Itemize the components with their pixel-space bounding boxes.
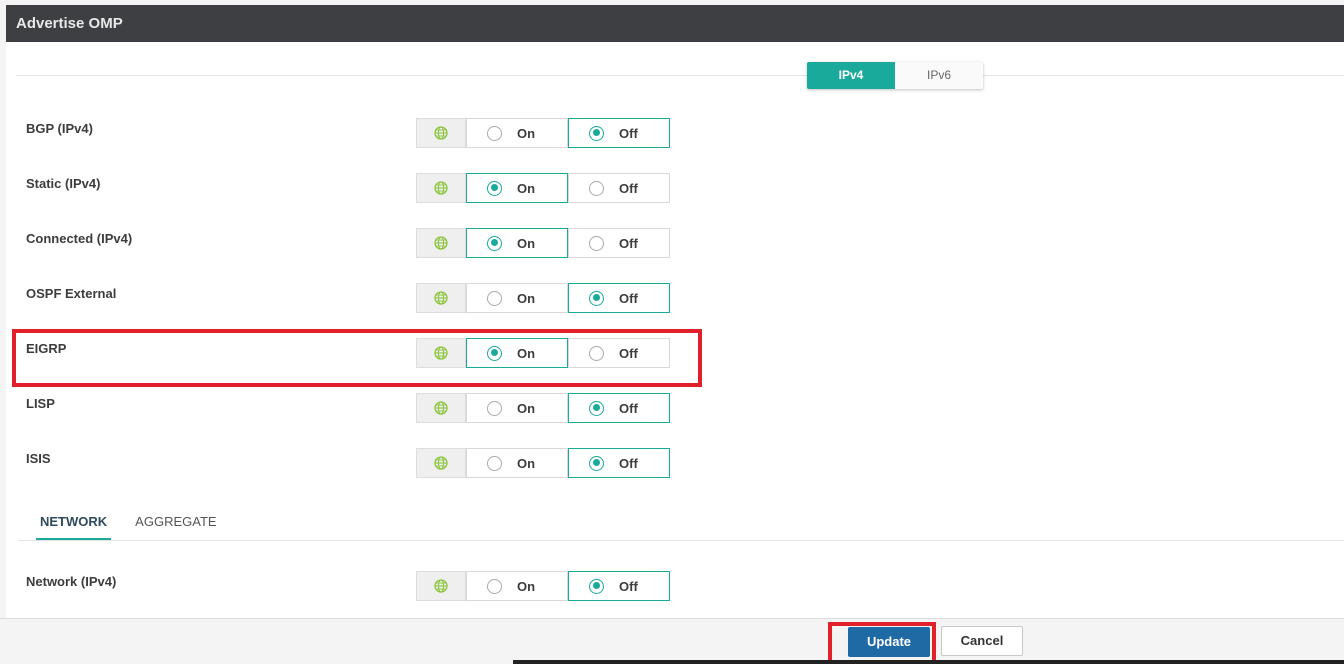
static-ipv4-on-option[interactable]: On bbox=[466, 173, 568, 203]
globe-icon[interactable] bbox=[416, 118, 466, 148]
divider bbox=[16, 75, 1344, 76]
radio-icon[interactable] bbox=[487, 345, 502, 361]
protocol-label: OSPF External bbox=[26, 286, 117, 301]
on-label: On bbox=[517, 578, 536, 594]
radio-icon[interactable] bbox=[487, 400, 502, 416]
tab-network[interactable]: NETWORK bbox=[36, 512, 112, 540]
globe-icon[interactable] bbox=[416, 173, 466, 203]
ospf-external-on-option[interactable]: On bbox=[466, 283, 568, 313]
static-ipv4-off-option[interactable]: Off bbox=[568, 173, 670, 203]
bgp-ipv4-off-option[interactable]: Off bbox=[568, 118, 670, 148]
on-label: On bbox=[517, 235, 536, 251]
protocol-row-eigrp: EIGRP On Off bbox=[6, 338, 706, 368]
globe-icon[interactable] bbox=[416, 338, 466, 368]
radio-icon[interactable] bbox=[487, 180, 502, 196]
protocol-row-static-ipv4: Static (IPv4) On Off bbox=[6, 173, 706, 203]
radio-icon[interactable] bbox=[487, 125, 502, 141]
eigrp-off-option[interactable]: Off bbox=[568, 338, 670, 368]
network-aggregate-tabs: NETWORK AGGREGATE bbox=[36, 512, 241, 540]
isis-on-option[interactable]: On bbox=[466, 448, 568, 478]
protocol-label: ISIS bbox=[26, 451, 51, 466]
ipv6-toggle-button[interactable]: IPv6 bbox=[895, 62, 983, 89]
tab-aggregate[interactable]: AGGREGATE bbox=[131, 512, 220, 540]
section-title: Advertise OMP bbox=[16, 15, 123, 32]
radio-icon[interactable] bbox=[589, 345, 604, 361]
off-label: Off bbox=[619, 290, 638, 306]
radio-icon[interactable] bbox=[589, 125, 604, 141]
network-off-option[interactable]: Off bbox=[568, 571, 670, 601]
radio-icon[interactable] bbox=[589, 400, 604, 416]
protocol-row-isis: ISIS On Off bbox=[6, 448, 706, 478]
on-label: On bbox=[517, 400, 536, 416]
on-label: On bbox=[517, 290, 536, 306]
eigrp-on-option[interactable]: On bbox=[466, 338, 568, 368]
lisp-on-option[interactable]: On bbox=[466, 393, 568, 423]
cancel-button[interactable]: Cancel bbox=[941, 626, 1023, 656]
on-label: On bbox=[517, 125, 536, 141]
on-label: On bbox=[517, 345, 536, 361]
network-label: Network (IPv4) bbox=[26, 574, 117, 589]
radio-icon[interactable] bbox=[589, 290, 604, 306]
globe-icon[interactable] bbox=[416, 393, 466, 423]
off-label: Off bbox=[619, 125, 638, 141]
globe-icon[interactable] bbox=[416, 571, 466, 601]
connected-ipv4-off-option[interactable]: Off bbox=[568, 228, 670, 258]
update-button[interactable]: Update bbox=[848, 627, 930, 657]
globe-icon[interactable] bbox=[416, 228, 466, 258]
on-label: On bbox=[517, 180, 536, 196]
off-label: Off bbox=[619, 180, 638, 196]
lisp-off-option[interactable]: Off bbox=[568, 393, 670, 423]
radio-icon[interactable] bbox=[487, 235, 502, 251]
tab-divider bbox=[18, 540, 1344, 541]
on-label: On bbox=[517, 455, 536, 471]
radio-icon[interactable] bbox=[487, 578, 502, 594]
content-panel: IPv4 IPv6 BGP (IPv4) On Off Static (IPv4) On… bbox=[6, 42, 1344, 618]
section-header: Advertise OMP bbox=[6, 5, 1344, 42]
globe-icon[interactable] bbox=[416, 283, 466, 313]
footer-bar: Update Cancel bbox=[0, 618, 1344, 664]
protocol-row-connected-ipv4: Connected (IPv4) On Off bbox=[6, 228, 706, 258]
off-label: Off bbox=[619, 455, 638, 471]
globe-icon[interactable] bbox=[416, 448, 466, 478]
protocol-label: Static (IPv4) bbox=[26, 176, 101, 191]
protocol-row-lisp: LISP On Off bbox=[6, 393, 706, 423]
off-label: Off bbox=[619, 578, 638, 594]
isis-off-option[interactable]: Off bbox=[568, 448, 670, 478]
off-label: Off bbox=[619, 400, 638, 416]
radio-icon[interactable] bbox=[487, 290, 502, 306]
connected-ipv4-on-option[interactable]: On bbox=[466, 228, 568, 258]
ip-version-toggle: IPv4 IPv6 bbox=[807, 62, 983, 89]
network-row: Network (IPv4) On Off bbox=[6, 571, 706, 601]
network-on-option[interactable]: On bbox=[466, 571, 568, 601]
radio-icon[interactable] bbox=[487, 455, 502, 471]
radio-icon[interactable] bbox=[589, 578, 604, 594]
protocol-row-bgp-ipv4: BGP (IPv4) On Off bbox=[6, 118, 706, 148]
protocol-label: EIGRP bbox=[26, 341, 67, 356]
ipv4-toggle-button[interactable]: IPv4 bbox=[807, 62, 895, 89]
off-label: Off bbox=[619, 235, 638, 251]
radio-icon[interactable] bbox=[589, 235, 604, 251]
taskbar-edge bbox=[513, 660, 1344, 664]
protocol-label: Connected (IPv4) bbox=[26, 231, 133, 246]
protocol-label: LISP bbox=[26, 396, 55, 411]
radio-icon[interactable] bbox=[589, 180, 604, 196]
off-label: Off bbox=[619, 345, 638, 361]
bgp-ipv4-on-option[interactable]: On bbox=[466, 118, 568, 148]
ospf-external-off-option[interactable]: Off bbox=[568, 283, 670, 313]
advertise-omp-page: Advertise OMP IPv4 IPv6 BGP (IPv4) On Off S… bbox=[0, 0, 1344, 664]
protocol-label: BGP (IPv4) bbox=[26, 121, 93, 136]
radio-icon[interactable] bbox=[589, 455, 604, 471]
protocol-row-ospf-external: OSPF External On Off bbox=[6, 283, 706, 313]
